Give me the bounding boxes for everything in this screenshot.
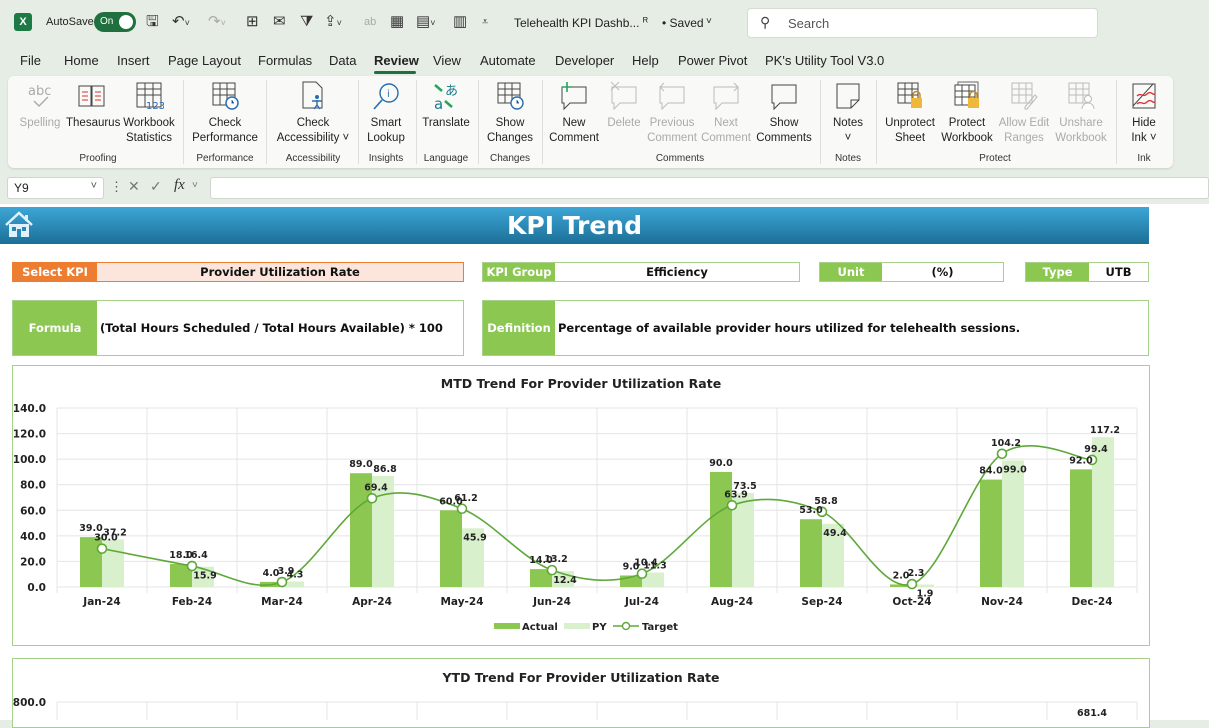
data-label: 681.4 — [1077, 708, 1107, 719]
y-tick-label: 800.0 — [13, 697, 46, 709]
ytd-chart: 800.0 681.4 — [13, 697, 1138, 720]
